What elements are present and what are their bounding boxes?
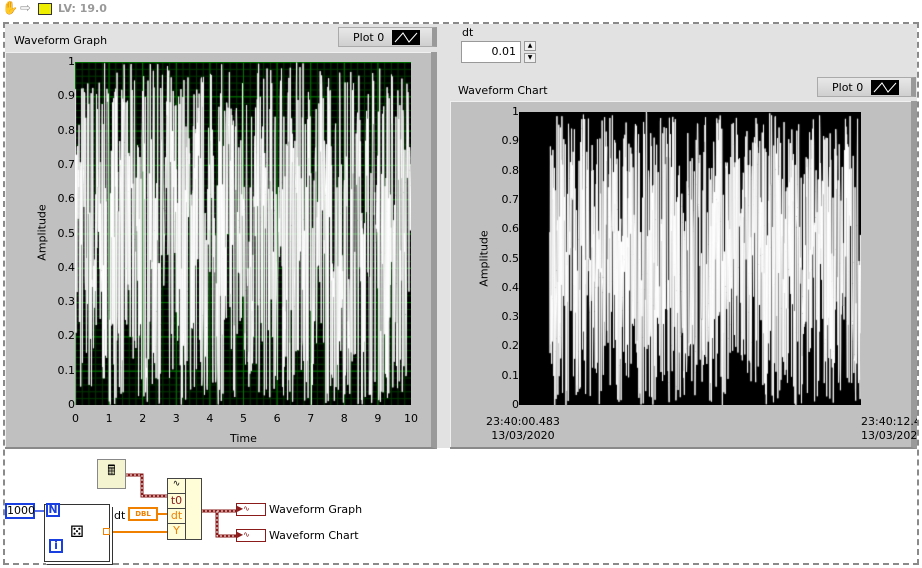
y-tick-label: 0.8 [501, 163, 520, 177]
chart-terminal-label: Waveform Chart [269, 529, 359, 542]
x-tick-label: 1 [105, 412, 113, 425]
y-tick-label: 0 [512, 398, 519, 411]
chart-plot-area[interactable] [519, 112, 861, 405]
dt-input-terminal: dt [168, 509, 186, 524]
y-tick-label: 0.6 [501, 222, 520, 236]
y-tick-label: 0.9 [501, 134, 520, 148]
y-tick-label: 0.7 [57, 157, 76, 171]
y-tick-label: 1 [68, 55, 75, 68]
y-tick-label: 0.3 [57, 295, 76, 309]
x-end-date: 13/03/2020 [861, 429, 917, 442]
version-label: LV: 19.0 [58, 2, 107, 15]
y-tick-label: 0.5 [501, 251, 520, 265]
chart-x-start: 23:40:00.483 13/03/2020 [486, 415, 560, 443]
chart-plot-legend[interactable]: Plot 0 [817, 77, 916, 97]
x-tick-label: 6 [273, 412, 281, 425]
graph-x-label: Time [230, 432, 257, 445]
graph-label: Waveform Graph [14, 34, 108, 47]
y-tick-label: 0.3 [501, 310, 520, 324]
n-constant[interactable]: 1000 [5, 503, 35, 519]
x-tick-label: 3 [172, 412, 180, 425]
y-tick-label: 0.5 [57, 226, 76, 240]
y-tick-label: 0.4 [501, 280, 520, 294]
x-start-time: 23:40:00.483 [486, 415, 560, 428]
chart-label: Waveform Chart [458, 84, 548, 97]
x-end-time: 23:40:12.483 [861, 415, 917, 428]
x-tick-label: 10 [404, 412, 418, 425]
plot-line-icon [871, 79, 900, 95]
y-tick-label: 0.8 [57, 123, 76, 137]
waveform-icon: ∿ [168, 479, 186, 494]
chart-indicator-terminal[interactable]: ▶∿ [236, 529, 266, 542]
loop-iteration-terminal[interactable]: i [49, 539, 63, 553]
graph-plot-area[interactable] [75, 62, 411, 405]
dt-decrement[interactable]: ▼ [524, 53, 536, 63]
x-tick-label: 5 [240, 412, 247, 425]
y-tick-label: 0.1 [501, 368, 520, 382]
loop-tunnel [103, 528, 110, 535]
plot-name: Plot 0 [832, 80, 864, 94]
plot-name: Plot 0 [353, 30, 385, 44]
dt-label: dt [462, 26, 474, 39]
vi-icon [38, 3, 52, 15]
dt-control-terminal[interactable]: DBL [128, 507, 158, 521]
x-tick-label: 4 [206, 412, 214, 425]
y-tick-label: 0.6 [57, 192, 76, 206]
plot-line-icon [392, 29, 421, 45]
toolbar: ✋ ⇨ LV: 19.0 [0, 0, 300, 18]
dt-terminal-label: dt [114, 509, 126, 522]
y-tick-label: 0.1 [57, 363, 76, 377]
y-terminal: Y [168, 524, 186, 539]
y-tick-label: 1 [512, 105, 519, 118]
x-tick-label: 9 [374, 412, 382, 425]
y-tick-label: 0.9 [57, 89, 76, 103]
x-tick-label: 2 [139, 412, 147, 425]
dt-input[interactable]: 0.01 [461, 41, 521, 63]
x-tick-label: 0 [72, 412, 79, 425]
chart-x-end: 23:40:12.48313/03/2020 [861, 415, 917, 443]
graph-y-label: Amplitude [35, 204, 49, 261]
t0-terminal: t0 [168, 494, 186, 509]
y-tick-label: 0.2 [501, 339, 520, 353]
hand-icon[interactable]: ✋ [2, 1, 18, 16]
x-start-date: 13/03/2020 [491, 429, 555, 442]
graph-plot-legend[interactable]: Plot 0 [338, 27, 437, 47]
run-arrow-icon[interactable]: ⇨ [20, 1, 31, 16]
y-tick-label: 0.2 [57, 329, 76, 343]
y-tick-label: 0.4 [57, 260, 76, 274]
y-tick-label: 0 [68, 398, 75, 411]
random-number-icon[interactable]: ⚄ [70, 522, 84, 541]
build-waveform-node[interactable]: ∿ t0 dt Y [167, 478, 202, 540]
loop-count-terminal[interactable]: N [46, 503, 60, 517]
graph-terminal-label: Waveform Graph [269, 503, 363, 516]
chart-y-label: Amplitude [477, 230, 491, 287]
x-tick-label: 7 [307, 412, 315, 425]
x-tick-label: 8 [340, 412, 348, 425]
y-tick-label: 0.7 [501, 192, 520, 206]
get-date-time-icon[interactable]: 🖩 [97, 459, 126, 489]
dt-increment[interactable]: ▲ [524, 41, 536, 51]
graph-indicator-terminal[interactable]: ▶∿ [236, 503, 266, 516]
